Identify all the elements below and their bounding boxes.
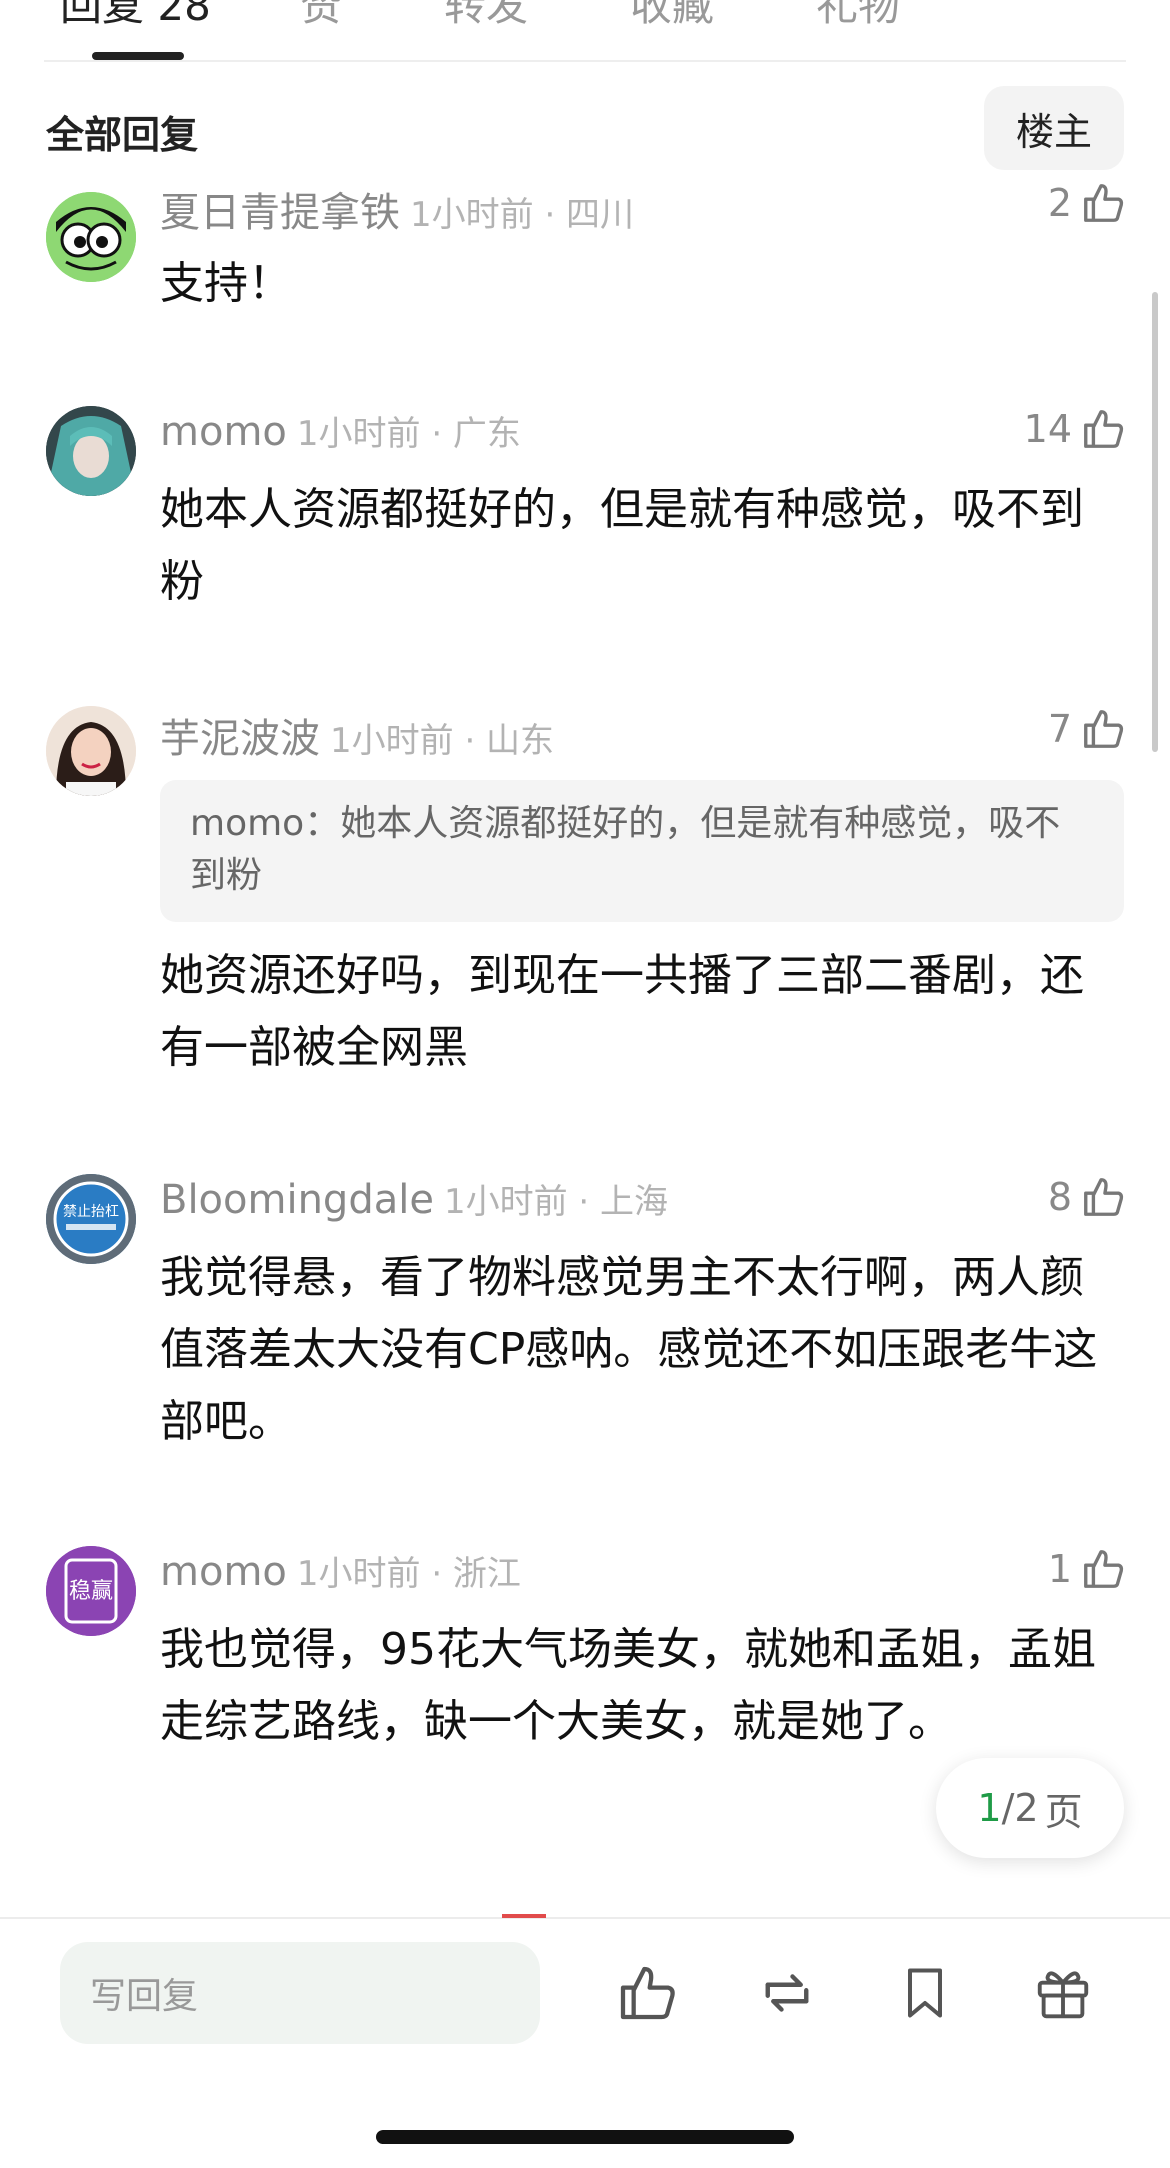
home-indicator[interactable]	[376, 2130, 794, 2144]
repost-icon[interactable]	[752, 1958, 822, 2028]
username[interactable]: momo	[160, 409, 287, 455]
page-unit: 页	[1044, 1789, 1083, 1834]
time-location: 1小时前 · 上海	[443, 1182, 669, 1222]
page-current: 1	[977, 1786, 1002, 1830]
tab-favorites[interactable]: 收藏	[630, 0, 714, 33]
avatar[interactable]	[46, 706, 136, 796]
comment-meta: momo 1小时前 · 浙江	[160, 1546, 521, 1595]
comment-text: 支持！	[160, 258, 292, 309]
tab-reposts[interactable]: 转发	[444, 0, 528, 33]
time-location: 1小时前 · 广东	[296, 414, 521, 454]
like-count: 8	[1047, 1175, 1072, 1219]
tab-likes[interactable]: 赞	[300, 0, 342, 33]
time-location: 1小时前 · 浙江	[296, 1554, 521, 1594]
comment-meta: momo 1小时前 · 广东	[160, 406, 521, 455]
like-button[interactable]: 7	[1048, 706, 1126, 752]
time-location: 1小时前 · 四川	[410, 195, 635, 235]
gift-icon[interactable]	[1028, 1958, 1098, 2028]
comment-meta: Bloomingdale 1小时前 · 上海	[160, 1174, 668, 1223]
thumbs-up-icon	[1084, 1550, 1124, 1588]
avatar[interactable]: 稳赢	[46, 1546, 136, 1636]
avatar-sign-text: 禁止抬杠	[63, 1204, 119, 1220]
reply-input[interactable]: 写回复	[60, 1942, 540, 2044]
tabs-divider	[44, 60, 1126, 62]
time-location: 1小时前 · 山东	[330, 721, 555, 761]
comment-text: 我也觉得，95花大气场美女，就她和孟姐，孟姐走综艺路线，缺一个大美女，就是她了。	[160, 1624, 1096, 1747]
op-filter-button[interactable]: 楼主	[984, 86, 1124, 170]
thumbs-up-icon	[1084, 710, 1124, 748]
like-count: 2	[1047, 181, 1072, 225]
seal-avatar-icon: 稳赢	[46, 1546, 136, 1636]
username[interactable]: 芋泥波波	[160, 716, 320, 762]
like-icon[interactable]	[612, 1958, 682, 2028]
cartoon-avatar-icon	[46, 192, 136, 282]
comment-text: 她资源还好吗，到现在一共播了三部二番剧，还有一部被全网黑	[160, 950, 1084, 1073]
comment-meta: 夏日青提拿铁 1小时前 · 四川	[160, 180, 634, 238]
sign-avatar-icon: 禁止抬杠	[46, 1174, 136, 1264]
like-button[interactable]: 1	[1048, 1546, 1126, 1592]
quoted-reply[interactable]: momo：她本人资源都挺好的，但是就有种感觉，吸不到粉	[160, 780, 1124, 922]
avatar-seal-text: 稳赢	[69, 1579, 113, 1604]
avatar[interactable]	[46, 192, 136, 282]
like-count: 1	[1047, 1547, 1072, 1591]
like-button[interactable]: 14	[1024, 406, 1126, 452]
like-button[interactable]: 2	[1048, 180, 1126, 226]
active-tab-indicator	[92, 52, 184, 60]
like-button[interactable]: 8	[1048, 1174, 1126, 1220]
thumbs-up-icon	[1084, 1178, 1124, 1216]
comment-text: 她本人资源都挺好的，但是就有种感觉，吸不到粉	[160, 484, 1084, 607]
reply-placeholder: 写回复	[90, 1976, 199, 2017]
tab-replies[interactable]: 回复 28	[60, 0, 211, 33]
username[interactable]: 夏日青提拿铁	[160, 190, 400, 236]
avatar[interactable]: 禁止抬杠	[46, 1174, 136, 1264]
red-indicator	[502, 1914, 546, 1918]
tab-gifts[interactable]: 礼物	[816, 0, 900, 33]
page-total: /2	[1001, 1786, 1039, 1830]
scrollbar[interactable]	[1152, 292, 1158, 752]
photo-avatar-icon	[46, 706, 136, 796]
username[interactable]: Bloomingdale	[160, 1177, 434, 1223]
like-count: 7	[1047, 707, 1072, 751]
like-count: 14	[1023, 407, 1072, 451]
top-tabs: 回复 28 赞 转发 收藏 礼物	[0, 0, 1170, 62]
thumbs-up-icon	[1084, 410, 1124, 448]
thumbs-up-icon	[1084, 184, 1124, 222]
comment-text: 我觉得悬，看了物料感觉男主不太行啊，两人颜值落差太大没有CP感呐。感觉还不如压跟…	[160, 1252, 1098, 1447]
section-title: 全部回复	[46, 113, 199, 157]
page-indicator[interactable]: 1/2 页	[936, 1758, 1124, 1858]
bottom-bar-divider	[0, 1917, 1170, 1919]
username[interactable]: momo	[160, 1549, 287, 1595]
avatar[interactable]	[46, 406, 136, 496]
comment-meta: 芋泥波波 1小时前 · 山东	[160, 706, 554, 764]
bookmark-icon[interactable]	[890, 1958, 960, 2028]
anime-avatar-icon	[46, 406, 136, 496]
